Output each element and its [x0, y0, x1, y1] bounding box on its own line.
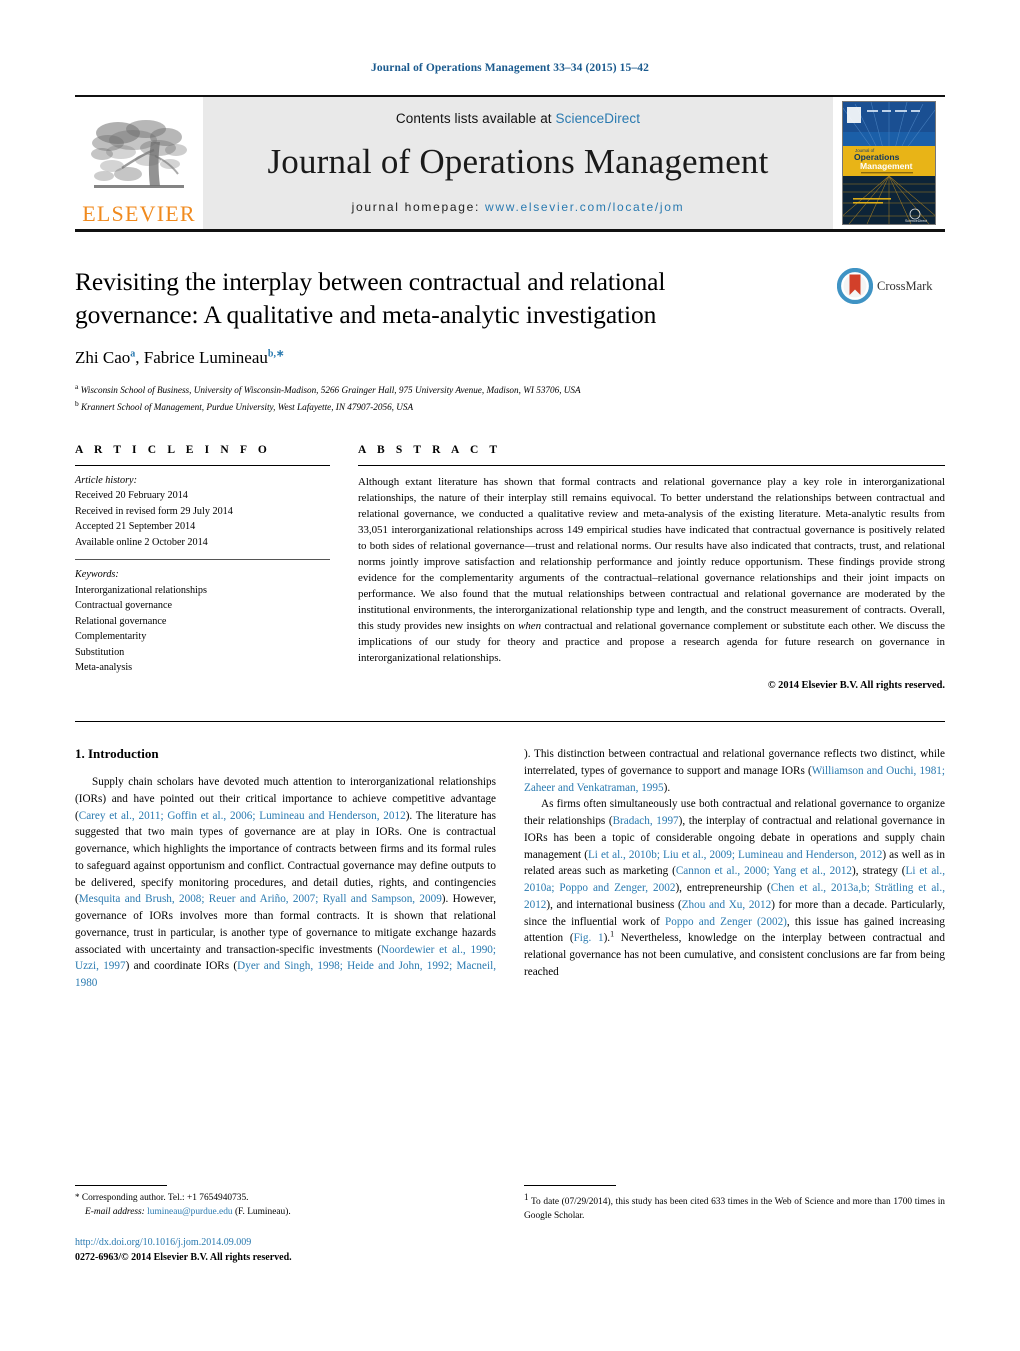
- contents-available-line: Contents lists available at ScienceDirec…: [396, 111, 640, 126]
- crossmark-label: CrossMark: [877, 278, 933, 293]
- text-run: ) and coordinate IORs (: [125, 960, 238, 973]
- citation-link[interactable]: Bradach, 1997: [613, 815, 679, 827]
- history-item: Available online 2 October 2014: [75, 536, 208, 548]
- footnote-column-right: 1 To date (07/29/2014), this study has b…: [524, 1184, 945, 1265]
- body-region: 1. Introduction Supply chain scholars ha…: [75, 721, 945, 992]
- affiliations: a Wisconsin School of Business, Universi…: [75, 381, 945, 414]
- keywords-label: Keywords:: [75, 569, 119, 581]
- info-abstract-region: A R T I C L E I N F O Article history: R…: [75, 444, 945, 691]
- keywords-group: Keywords: Interorganizational relationsh…: [75, 560, 330, 676]
- abstract-part-1: Although extant literature has shown tha…: [358, 475, 945, 633]
- doi-block: http://dx.doi.org/10.1016/j.jom.2014.09.…: [75, 1235, 496, 1265]
- paragraph-right-2: As firms often simultaneously use both c…: [524, 796, 945, 980]
- history-item: Received 20 February 2014: [75, 490, 188, 502]
- affiliation-b-marker: b: [75, 398, 79, 408]
- homepage-url-link[interactable]: www.elsevier.com/locate/jom: [485, 200, 684, 214]
- citation-link[interactable]: Zhou and Xu, 2012: [682, 899, 771, 911]
- footnote-region: * Corresponding author. Tel.: +1 7654940…: [75, 1184, 945, 1265]
- article-info-heading: A R T I C L E I N F O: [75, 443, 271, 456]
- footnote-1: 1 To date (07/29/2014), this study has b…: [524, 1191, 945, 1223]
- keyword-item: Complementarity: [75, 631, 147, 643]
- journal-homepage-line: journal homepage: www.elsevier.com/locat…: [352, 200, 685, 214]
- footnote-column-left: * Corresponding author. Tel.: +1 7654940…: [75, 1184, 496, 1265]
- keyword-item: Meta-analysis: [75, 662, 133, 674]
- crossmark-badge[interactable]: CrossMark: [837, 268, 945, 304]
- journal-cover-container: Journal of Operations Management Science…: [833, 97, 945, 229]
- email-note: E-mail address: lumineau@purdue.edu (F. …: [75, 1205, 496, 1219]
- abstract-copyright: © 2014 Elsevier B.V. All rights reserved…: [767, 680, 945, 692]
- text-run: ).: [663, 781, 671, 794]
- abstract-heading: A B S T R A C T: [358, 443, 502, 456]
- body-column-right: Williamson and Ouchi, 1981; Zaheer and V…: [524, 746, 945, 992]
- text-run: ), and international business (: [546, 898, 682, 911]
- citation-link[interactable]: Cannon et al., 2000; Yang et al., 2012: [676, 865, 852, 877]
- article-history-label: Article history:: [75, 474, 137, 486]
- affiliation-b: b Krannert School of Management, Purdue …: [75, 398, 945, 414]
- crossmark-icon: [837, 268, 873, 304]
- journal-title: Journal of Operations Management: [267, 141, 769, 181]
- citation-link[interactable]: Poppo and Zenger (2002): [665, 916, 787, 928]
- affiliation-a-text: Wisconsin School of Business, University…: [80, 385, 581, 396]
- article-history-group: Article history: Received 20 February 20…: [75, 466, 330, 551]
- homepage-prefix: journal homepage:: [351, 199, 486, 214]
- citation-link[interactable]: Mesquita and Brush, 2008; Reuer and Ariñ…: [79, 893, 442, 905]
- keyword-item: Interorganizational relationships: [75, 584, 207, 596]
- abstract-emphasis: when: [518, 620, 542, 633]
- text-run: ), entrepreneurship (: [675, 882, 771, 895]
- figure-link[interactable]: Fig. 1: [574, 932, 604, 944]
- article-info-column: A R T I C L E I N F O Article history: R…: [75, 444, 330, 691]
- doi-link[interactable]: http://dx.doi.org/10.1016/j.jom.2014.09.…: [75, 1235, 496, 1250]
- paragraph-left-1: Supply chain scholars have devoted much …: [75, 774, 496, 992]
- keyword-item: Substitution: [75, 646, 125, 658]
- issn-copyright-line: 0272-6963/© 2014 Elsevier B.V. All right…: [75, 1252, 292, 1263]
- masthead-center: Contents lists available at ScienceDirec…: [203, 97, 833, 229]
- elsevier-tree-icon: [91, 120, 187, 188]
- footnote-1-marker: 1: [524, 1191, 529, 1202]
- paragraph-right-1: Williamson and Ouchi, 1981; Zaheer and V…: [524, 746, 945, 796]
- corresponding-text: Corresponding author. Tel.: +1 765494073…: [81, 1192, 249, 1203]
- page-title: Revisiting the interplay between contrac…: [75, 267, 666, 329]
- footnote-rule-right: [524, 1184, 616, 1186]
- corresponding-marker: *: [75, 1191, 80, 1202]
- history-item: Accepted 21 September 2014: [75, 521, 196, 533]
- author-1: Zhi Cao: [75, 348, 131, 368]
- author-2: , Fabrice Lumineau: [135, 348, 268, 368]
- title-block: Revisiting the interplay between contrac…: [75, 266, 945, 414]
- citation-link[interactable]: Carey et al., 2011; Goffin et al., 2006;…: [79, 810, 406, 822]
- body-column-left: 1. Introduction Supply chain scholars ha…: [75, 746, 496, 992]
- email-label: E-mail address:: [85, 1206, 145, 1217]
- author-list: Zhi Caoa, Fabrice Lumineaub,∗: [75, 348, 945, 368]
- email-link[interactable]: lumineau@purdue.edu: [147, 1207, 232, 1217]
- contents-prefix: Contents lists available at: [395, 110, 556, 126]
- article-page: Journal of Operations Management 33–34 (…: [0, 0, 1020, 1351]
- sciencedirect-link[interactable]: ScienceDirect: [556, 111, 641, 126]
- text-run: ), strategy (: [852, 865, 906, 878]
- affiliation-a-marker: a: [75, 382, 79, 392]
- history-item: Received in revised form 29 July 2014: [75, 505, 233, 517]
- text-run: ). The literature has suggested that two…: [75, 809, 496, 906]
- author-2-affiliation-marker[interactable]: b,∗: [268, 349, 284, 360]
- cover-line3: Management: [860, 161, 913, 171]
- journal-masthead: ELSEVIER Contents lists available at Sci…: [75, 95, 945, 232]
- section-heading-introduction: 1. Introduction: [75, 746, 159, 762]
- footnote-rule-left: [75, 1184, 167, 1186]
- abstract-column: A B S T R A C T Although extant literatu…: [358, 444, 945, 691]
- elsevier-wordmark: ELSEVIER: [82, 201, 196, 226]
- corresponding-author-note: * Corresponding author. Tel.: +1 7654940…: [75, 1191, 496, 1205]
- elsevier-logo: ELSEVIER: [75, 97, 203, 229]
- cover-sciencedirect: ScienceDirect: [905, 219, 927, 223]
- footnote-1-text: To date (07/29/2014), this study has bee…: [524, 1196, 945, 1222]
- running-head: Journal of Operations Management 33–34 (…: [371, 62, 649, 74]
- keyword-item: Relational governance: [75, 615, 167, 627]
- journal-cover-thumbnail: Journal of Operations Management Science…: [842, 101, 936, 225]
- keyword-item: Contractual governance: [75, 600, 173, 612]
- abstract-text: Although extant literature has shown tha…: [358, 466, 945, 666]
- citation-link[interactable]: Li et al., 2010b; Liu et al., 2009; Lumi…: [588, 849, 882, 861]
- affiliation-b-text: Krannert School of Management, Purdue Un…: [81, 401, 414, 412]
- affiliation-a: a Wisconsin School of Business, Universi…: [75, 381, 945, 397]
- email-suffix: (F. Lumineau).: [234, 1206, 291, 1217]
